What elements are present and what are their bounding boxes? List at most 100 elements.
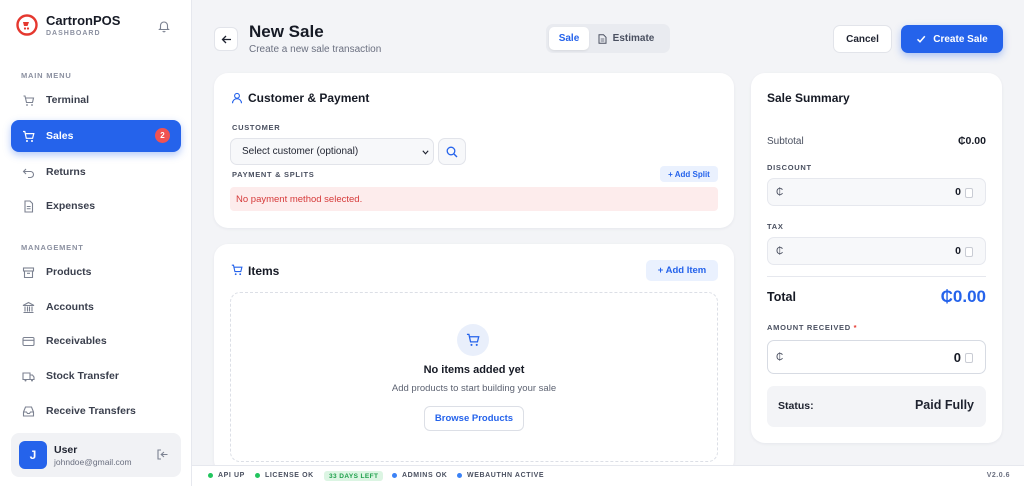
customer-label: CUSTOMER — [232, 123, 281, 132]
webauthn-status: WEBAUTHN ACTIVE — [457, 472, 544, 479]
discount-value: 0 — [955, 186, 961, 198]
sidebar-item-label: Returns — [46, 166, 86, 178]
page-subtitle: Create a new sale transaction — [249, 44, 382, 55]
card-icon — [22, 335, 35, 348]
user-icon — [231, 92, 243, 104]
currency-symbol: ₵ — [776, 187, 784, 198]
sidebar-item-sales[interactable]: Sales 2 — [11, 120, 181, 152]
sidebar-item-label: Expenses — [46, 200, 96, 212]
brand-name: CartronPOS — [46, 13, 121, 28]
api-status: API UP — [208, 472, 245, 479]
back-button[interactable] — [214, 27, 238, 51]
user-email: johndoe@gmail.com — [54, 457, 132, 467]
user-card[interactable]: J User johndoe@gmail.com — [11, 433, 181, 477]
admins-status-text: ADMINS OK — [402, 472, 448, 479]
status-value: Paid Fully — [914, 398, 974, 412]
sidebar-item-label: Receive Transfers — [46, 405, 136, 417]
payment-alert: No payment method selected. — [230, 187, 718, 211]
discount-input[interactable]: ₵ 0 — [767, 178, 986, 206]
sidebar-item-stock-transfer[interactable]: Stock Transfer — [11, 360, 181, 392]
payments-label: PAYMENT & SPLITS — [232, 170, 315, 179]
status-dot — [392, 473, 397, 478]
required-marker: * — [853, 323, 858, 332]
sidebar-item-expenses[interactable]: Expenses — [11, 190, 181, 222]
license-status: LICENSE OK — [255, 472, 314, 479]
logo-icon — [16, 14, 38, 36]
chevron-down-icon — [422, 150, 429, 155]
customer-select[interactable]: Select customer (optional) — [230, 138, 434, 165]
discount-stepper[interactable] — [965, 188, 973, 198]
sidebar-item-label: Products — [46, 266, 92, 278]
app-version: V2.0.6 — [986, 472, 1010, 479]
tab-estimate[interactable]: Estimate — [589, 27, 663, 50]
return-icon — [22, 166, 35, 179]
webauthn-status-text: WEBAUTHN ACTIVE — [467, 472, 545, 479]
sidebar-item-label: Terminal — [46, 94, 89, 106]
main-menu-label: MAIN MENU — [21, 71, 72, 80]
empty-state-subtitle: Add products to start building your sale — [391, 383, 557, 394]
arrow-left-icon — [221, 35, 231, 43]
browse-products-button[interactable]: Browse Products — [424, 406, 524, 431]
status-bar: API UP LICENSE OK 33 DAYS LEFT ADMINS OK… — [192, 465, 1024, 486]
cart-icon — [231, 264, 243, 276]
empty-cart-icon — [457, 324, 489, 356]
status-dot — [208, 473, 213, 478]
amount-received-value: 0 — [953, 350, 961, 365]
sidebar-item-accounts[interactable]: Accounts — [11, 291, 181, 323]
sidebar-item-label: Sales — [46, 130, 74, 142]
api-status-text: API UP — [218, 472, 245, 479]
brand-subtitle: DASHBOARD — [46, 30, 101, 37]
sidebar-item-receivables[interactable]: Receivables — [11, 325, 181, 357]
user-name: User — [54, 444, 78, 456]
discount-label: DISCOUNT — [767, 163, 812, 172]
tax-stepper[interactable] — [965, 247, 973, 257]
create-sale-button[interactable]: Create Sale — [901, 25, 1003, 53]
days-left-badge: 33 DAYS LEFT — [324, 471, 384, 481]
bank-icon — [22, 301, 35, 314]
amount-received-text: AMOUNT RECEIVED — [767, 323, 851, 332]
amount-received-input[interactable]: ₵ 0 — [767, 340, 986, 374]
sidebar: CartronPOS DASHBOARD MAIN MENU Terminal … — [0, 0, 192, 486]
create-sale-label: Create Sale — [933, 33, 988, 45]
sidebar-item-returns[interactable]: Returns — [11, 156, 181, 188]
brand[interactable]: CartronPOS DASHBOARD — [16, 13, 120, 37]
items-dropzone — [230, 292, 718, 462]
terminal-icon — [22, 94, 35, 107]
tab-estimate-label: Estimate — [612, 33, 655, 44]
search-icon — [446, 146, 458, 157]
items-title: Items — [248, 264, 280, 278]
add-item-button[interactable]: + Add Item — [646, 260, 718, 281]
management-label: MANAGEMENT — [21, 243, 84, 252]
total-value: ₵0.00 — [940, 287, 986, 306]
admins-status: ADMINS OK — [392, 472, 447, 479]
sidebar-item-label: Receivables — [46, 335, 107, 347]
amount-received-label: AMOUNT RECEIVED * — [767, 323, 857, 332]
amount-received-stepper[interactable] — [965, 353, 973, 363]
sale-summary-title: Sale Summary — [767, 91, 850, 105]
logout-icon[interactable] — [156, 448, 169, 461]
sidebar-item-receive-transfers[interactable]: Receive Transfers — [11, 395, 181, 427]
customer-search-button[interactable] — [438, 138, 466, 165]
sidebar-item-terminal[interactable]: Terminal — [11, 84, 181, 116]
customer-select-value: Select customer (optional) — [242, 146, 359, 157]
avatar: J — [19, 441, 47, 469]
inbox-icon — [22, 405, 35, 418]
divider — [767, 276, 986, 277]
empty-state-title: No items added yet — [423, 364, 525, 376]
customer-payment-title: Customer & Payment — [248, 91, 370, 105]
cancel-button[interactable]: Cancel — [833, 25, 892, 53]
truck-icon — [22, 370, 35, 383]
sidebar-item-products[interactable]: Products — [11, 256, 181, 288]
cart-icon — [22, 130, 35, 143]
sidebar-item-label: Stock Transfer — [46, 370, 119, 382]
currency-symbol: ₵ — [776, 246, 784, 257]
subtotal-value: ₵0.00 — [957, 135, 986, 147]
status-dot — [255, 473, 260, 478]
bell-icon[interactable] — [157, 19, 171, 33]
add-split-button[interactable]: + Add Split — [660, 166, 718, 182]
check-icon — [917, 35, 926, 43]
subtotal-label: Subtotal — [767, 136, 804, 147]
box-icon — [22, 266, 35, 279]
tab-sale[interactable]: Sale — [549, 27, 589, 50]
tax-input[interactable]: ₵ 0 — [767, 237, 986, 265]
